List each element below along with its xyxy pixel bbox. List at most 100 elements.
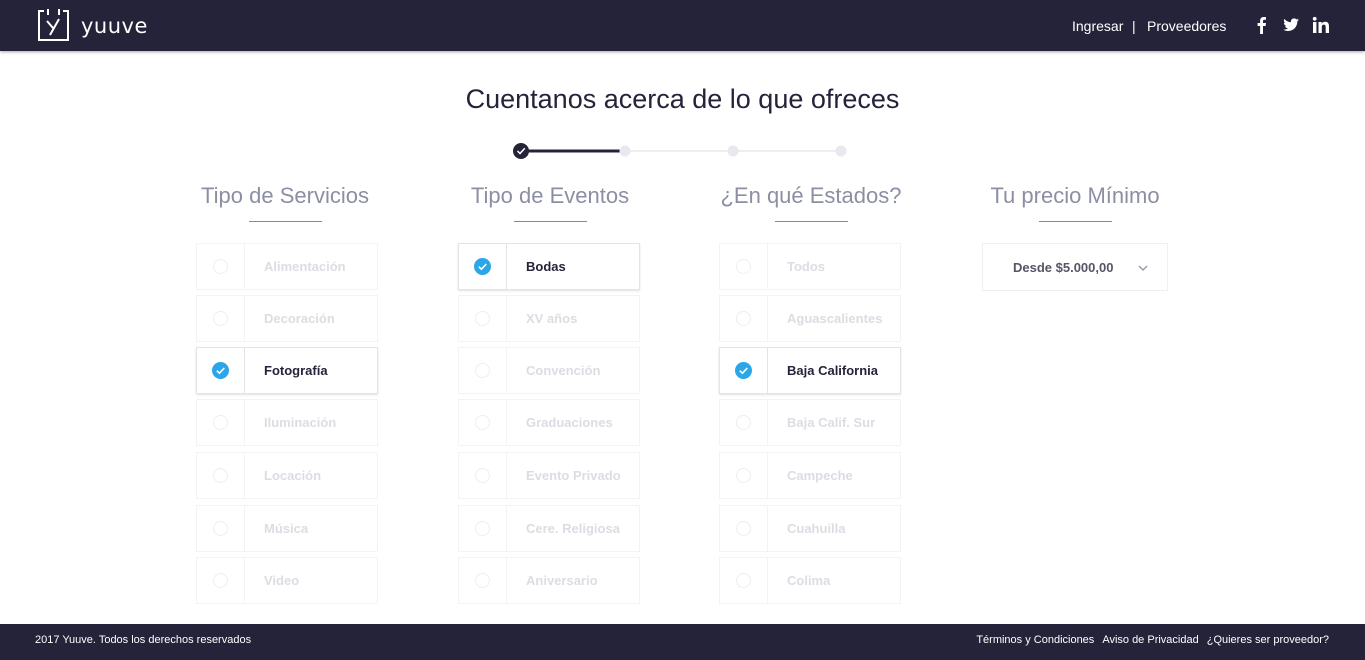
option-label: Cere. Religiosa <box>526 521 620 536</box>
service-option-iluminacion[interactable]: Iluminación <box>196 399 378 446</box>
event-option-religiosa[interactable]: Cere. Religiosa <box>458 505 640 552</box>
chevron-down-icon <box>1138 265 1148 272</box>
services-column-header: Tipo de Servicios <box>194 180 376 222</box>
radio-empty-icon <box>736 468 751 483</box>
option-label: Música <box>264 521 309 536</box>
event-option-aniversario[interactable]: Aniversario <box>458 557 640 604</box>
state-option-colima[interactable]: Colima <box>719 557 901 604</box>
option-label: Bodas <box>526 259 566 274</box>
services-title: Tipo de Servicios <box>201 183 369 208</box>
footer: 2017 Yuuve. Todos los derechos reservado… <box>0 624 1365 660</box>
login-link[interactable]: Ingresar <box>1072 0 1123 51</box>
service-option-fotografia[interactable]: Fotografía <box>196 347 378 394</box>
option-checkbox[interactable] <box>459 558 507 603</box>
state-option-campeche[interactable]: Campeche <box>719 452 901 499</box>
top-navbar: yuuve Ingresar | Proveedores <box>0 0 1365 51</box>
state-option-aguascalientes[interactable]: Aguascalientes <box>719 295 901 342</box>
states-column-header: ¿En qué Estados? <box>720 180 902 222</box>
radio-empty-icon <box>213 468 228 483</box>
radio-empty-icon <box>475 573 490 588</box>
option-checkbox[interactable] <box>720 453 768 498</box>
footer-links: Términos y Condiciones Aviso de Privacid… <box>976 624 1329 657</box>
option-checkbox[interactable] <box>197 296 245 341</box>
price-column-header: Tu precio Mínimo <box>982 180 1168 222</box>
radio-empty-icon <box>736 259 751 274</box>
option-checkbox[interactable] <box>197 244 245 289</box>
option-checkbox[interactable] <box>197 400 245 445</box>
radio-empty-icon <box>736 415 751 430</box>
option-checkbox[interactable] <box>197 453 245 498</box>
brand-name: yuuve <box>81 13 148 38</box>
service-option-musica[interactable]: Música <box>196 505 378 552</box>
option-label: Baja California <box>787 363 879 378</box>
option-label: Todos <box>787 259 826 274</box>
radio-empty-icon <box>475 311 490 326</box>
privacy-link[interactable]: Aviso de Privacidad <box>1102 624 1198 657</box>
event-option-privado[interactable]: Evento Privado <box>458 452 640 499</box>
option-label: Aniversario <box>526 573 598 588</box>
event-option-bodas[interactable]: Bodas <box>458 243 640 290</box>
brand-logo[interactable]: yuuve <box>36 8 148 43</box>
option-checkbox[interactable] <box>720 296 768 341</box>
state-option-todos[interactable]: Todos <box>719 243 901 290</box>
option-label: Baja Calif. Sur <box>787 415 876 430</box>
option-label: Convención <box>526 363 601 378</box>
radio-empty-icon <box>213 259 228 274</box>
option-checkbox[interactable] <box>459 296 507 341</box>
linkedin-icon[interactable] <box>1312 16 1330 34</box>
option-checkbox[interactable] <box>720 558 768 603</box>
state-option-baja-california[interactable]: Baja California <box>719 347 901 394</box>
option-label: Cuahuilla <box>787 521 846 536</box>
option-checkbox[interactable] <box>459 348 507 393</box>
title-underline <box>513 221 587 222</box>
radio-empty-icon <box>736 573 751 588</box>
radio-empty-icon <box>736 311 751 326</box>
option-checkbox[interactable] <box>720 400 768 445</box>
radio-empty-icon <box>213 573 228 588</box>
facebook-icon[interactable] <box>1253 16 1271 34</box>
event-option-graduaciones[interactable]: Graduaciones <box>458 399 640 446</box>
option-label: Graduaciones <box>526 415 613 430</box>
option-checkbox[interactable] <box>197 348 245 393</box>
service-option-video[interactable]: Video <box>196 557 378 604</box>
option-checkbox[interactable] <box>459 506 507 551</box>
step-2-dot <box>619 145 631 157</box>
option-label: Aguascalientes <box>787 311 883 326</box>
twitter-icon[interactable] <box>1282 16 1300 34</box>
option-checkbox[interactable] <box>459 400 507 445</box>
become-provider-link[interactable]: ¿Quieres ser proveedor? <box>1207 624 1329 657</box>
option-checkbox[interactable] <box>197 558 245 603</box>
option-label: Fotografía <box>264 363 328 378</box>
state-option-cuahuilla[interactable]: Cuahuilla <box>719 505 901 552</box>
service-option-decoracion[interactable]: Decoración <box>196 295 378 342</box>
option-checkbox[interactable] <box>459 453 507 498</box>
providers-link[interactable]: Proveedores <box>1147 0 1226 51</box>
option-label: Locación <box>264 468 322 483</box>
radio-empty-icon <box>736 521 751 536</box>
service-option-alimentacion[interactable]: Alimentación <box>196 243 378 290</box>
min-price-select[interactable]: Desde $5.000,00 <box>982 243 1168 291</box>
event-option-xv[interactable]: XV años <box>458 295 640 342</box>
event-option-convencion[interactable]: Convención <box>458 347 640 394</box>
option-checkbox[interactable] <box>459 244 507 289</box>
option-checkbox[interactable] <box>720 244 768 289</box>
radio-empty-icon <box>475 415 490 430</box>
states-title: ¿En qué Estados? <box>720 183 902 208</box>
radio-empty-icon <box>213 521 228 536</box>
option-checkbox[interactable] <box>197 506 245 551</box>
step-1-dot <box>513 143 529 159</box>
progress-stepper <box>513 143 847 159</box>
service-option-locacion[interactable]: Locación <box>196 452 378 499</box>
title-underline <box>248 221 322 222</box>
option-label: Alimentación <box>264 259 346 274</box>
state-option-baja-calif-sur[interactable]: Baja Calif. Sur <box>719 399 901 446</box>
events-column-header: Tipo de Eventos <box>459 180 641 222</box>
terms-link[interactable]: Términos y Condiciones <box>976 624 1094 657</box>
option-checkbox[interactable] <box>720 506 768 551</box>
checked-circle-icon <box>474 258 491 275</box>
nav-separator: | <box>1132 17 1136 34</box>
radio-empty-icon <box>475 468 490 483</box>
option-label: XV años <box>526 311 578 326</box>
option-checkbox[interactable] <box>720 348 768 393</box>
checked-circle-icon <box>735 362 752 379</box>
